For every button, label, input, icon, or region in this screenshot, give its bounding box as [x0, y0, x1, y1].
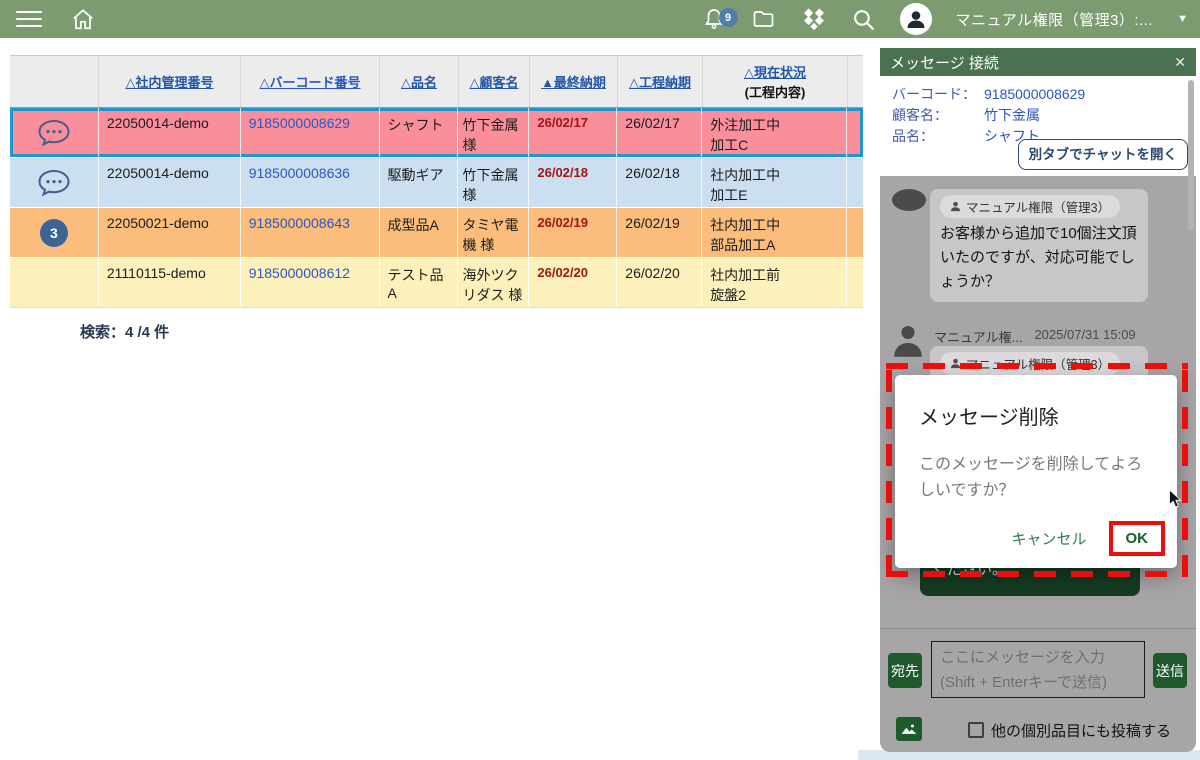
user-avatar[interactable] [900, 3, 932, 35]
current-status: 社内加工前 旋盤2 [702, 258, 847, 307]
sender-avatar [892, 189, 926, 211]
unread-count-badge: 3 [40, 219, 68, 247]
process-due-date: 26/02/19 [617, 208, 702, 257]
table-row[interactable]: 22050014-demo 9185000008636 駆動ギア 竹下金属 様 … [10, 158, 863, 208]
header-status[interactable]: △現在状況(工程内容) [703, 56, 848, 107]
message-text: お客様から追加で10個注文頂いたのですが、対応可能でしょうか？ [940, 222, 1138, 294]
item-info-section: バーコード：9185000008629 顧客名：竹下金属 品名：シャフト 別タブ… [880, 76, 1196, 176]
message-panel-header: メッセージ 接続 ✕ [880, 48, 1196, 76]
ok-button-highlight-annotation: OK [1109, 521, 1166, 556]
mouse-cursor [1168, 489, 1182, 514]
person-icon [950, 201, 961, 212]
management-no: 21110115-demo [99, 258, 241, 307]
annotation-dashed-border-right [1182, 363, 1188, 577]
table-header-row: △社内管理番号 △バーコード番号 △品名 △顧客名 ▲最終納期 △工程納期 △現… [10, 55, 863, 108]
final-due-date: 26/02/17 [529, 108, 617, 157]
image-icon [900, 722, 918, 736]
customer-name: タミヤ電機 様 [458, 208, 529, 257]
cancel-button[interactable]: キャンセル [1003, 522, 1094, 555]
header-icon-col [10, 56, 99, 107]
header-management-no[interactable]: △社内管理番号 [99, 56, 241, 107]
info-row-customer: 顧客名：竹下金属 [892, 105, 1184, 126]
close-icon[interactable]: ✕ [1174, 54, 1186, 71]
current-status: 外注加工中 加工C [702, 108, 847, 157]
product-name: シャフト [380, 108, 459, 157]
customer-name: 竹下金属 様 [458, 108, 529, 157]
process-due-date: 26/02/17 [617, 108, 702, 157]
management-no: 22050014-demo [99, 108, 241, 157]
customer-name: 竹下金属 様 [458, 158, 529, 207]
header-extra-col [848, 56, 863, 107]
ok-button[interactable]: OK [1126, 530, 1149, 547]
product-name: 成型品A [380, 208, 459, 257]
dialog-title: メッセージ削除 [895, 375, 1177, 430]
header-customer[interactable]: △顧客名 [459, 56, 530, 107]
notification-count-badge: 9 [719, 8, 738, 27]
message-composer: 宛先 ここにメッセージを入力 (Shift + Enterキーで送信) 送信 他… [880, 628, 1196, 752]
recipient-button[interactable]: 宛先 [888, 653, 922, 688]
annotation-dashed-border-bottom [886, 571, 1188, 577]
final-due-date: 26/02/20 [529, 258, 617, 307]
barcode-link[interactable]: 9185000008636 [241, 158, 380, 207]
dialog-body-text: このメッセージを削除してよろしいですか？ [895, 430, 1177, 504]
product-name: テスト品A [380, 258, 459, 307]
final-due-date: 26/02/19 [529, 208, 617, 257]
folder-icon[interactable] [750, 7, 777, 31]
panel-scrollbar[interactable] [1188, 80, 1194, 230]
items-table: △社内管理番号 △バーコード番号 △品名 △顧客名 ▲最終納期 △工程納期 △現… [10, 55, 863, 308]
chevron-down-icon[interactable]: ▼ [1177, 13, 1188, 25]
final-due-date: 26/02/18 [529, 158, 617, 207]
sender-avatar [892, 324, 924, 363]
info-customer-value: 竹下金属 [984, 107, 1040, 123]
menu-icon[interactable] [16, 11, 42, 28]
current-status: 社内加工中 部品加工A [702, 208, 847, 257]
header-barcode[interactable]: △バーコード番号 [241, 56, 380, 107]
notifications-bell-icon[interactable]: 9 [702, 7, 726, 31]
current-status: 社内加工中 加工E [702, 158, 847, 207]
message-panel-title: メッセージ 接続 [890, 52, 999, 73]
send-button[interactable]: 送信 [1153, 653, 1187, 688]
header-final-due[interactable]: ▲最終納期 [530, 56, 618, 107]
management-no: 22050021-demo [99, 208, 241, 257]
annotation-dashed-border-top [886, 363, 1188, 369]
navbar: 9 マニュアル権限（管理3）:... ▼ [0, 0, 1200, 38]
message-timestamp: 2025/07/31 15:09 [1034, 327, 1135, 346]
chat-bubble-icon[interactable] [10, 108, 99, 157]
barcode-link[interactable]: 9185000008629 [241, 108, 380, 157]
search-result-count: 検索：4 /4 件 [80, 321, 169, 342]
message-input[interactable]: ここにメッセージを入力 (Shift + Enterキーで送信) [931, 641, 1145, 698]
screen: 9 マニュアル権限（管理3）:... ▼ [0, 0, 1200, 760]
annotation-dashed-border-left [886, 363, 892, 577]
customer-name: 海外ツクリダス 様 [458, 258, 529, 307]
home-icon[interactable] [70, 6, 96, 32]
chat-bubble-icon[interactable] [10, 158, 99, 207]
delete-message-dialog: メッセージ削除 このメッセージを削除してよろしいですか？ キャンセル OK [895, 375, 1177, 568]
sender-role-badge: マニュアル権限（管理3） [966, 197, 1110, 216]
barcode-link[interactable]: 9185000008643 [241, 208, 380, 257]
dropbox-icon[interactable] [801, 7, 827, 31]
chat-message: マニュアル権限（管理3） お客様から追加で10個注文頂いたのですが、対応可能でし… [930, 189, 1148, 302]
table-row[interactable]: 22050014-demo 9185000008629 シャフト 竹下金属 様 … [10, 108, 863, 158]
info-row-barcode: バーコード：9185000008629 [892, 84, 1184, 105]
process-due-date: 26/02/18 [617, 158, 702, 207]
management-no: 22050014-demo [99, 158, 241, 207]
open-chat-new-tab-button[interactable]: 別タブでチャットを開く [1018, 139, 1188, 170]
checkbox-label: 他の個別品目にも投稿する [991, 720, 1171, 741]
post-to-other-items-checkbox[interactable] [968, 722, 984, 738]
header-product[interactable]: △品名 [380, 56, 459, 107]
sender-name: マニュアル権... [934, 327, 1022, 346]
info-barcode-value: 9185000008629 [984, 86, 1085, 102]
search-icon[interactable] [851, 7, 876, 32]
table-row[interactable]: 3 22050021-demo 9185000008643 成型品A タミヤ電機… [10, 208, 863, 258]
attach-image-button[interactable] [896, 717, 922, 741]
user-menu-label[interactable]: マニュアル権限（管理3）:... [956, 9, 1154, 30]
process-due-date: 26/02/20 [617, 258, 702, 307]
product-name: 駆動ギア [380, 158, 459, 207]
header-process-due[interactable]: △工程納期 [618, 56, 703, 107]
table-row[interactable]: 21110115-demo 9185000008612 テスト品A 海外ツクリダ… [10, 258, 863, 308]
barcode-link[interactable]: 9185000008612 [241, 258, 380, 307]
